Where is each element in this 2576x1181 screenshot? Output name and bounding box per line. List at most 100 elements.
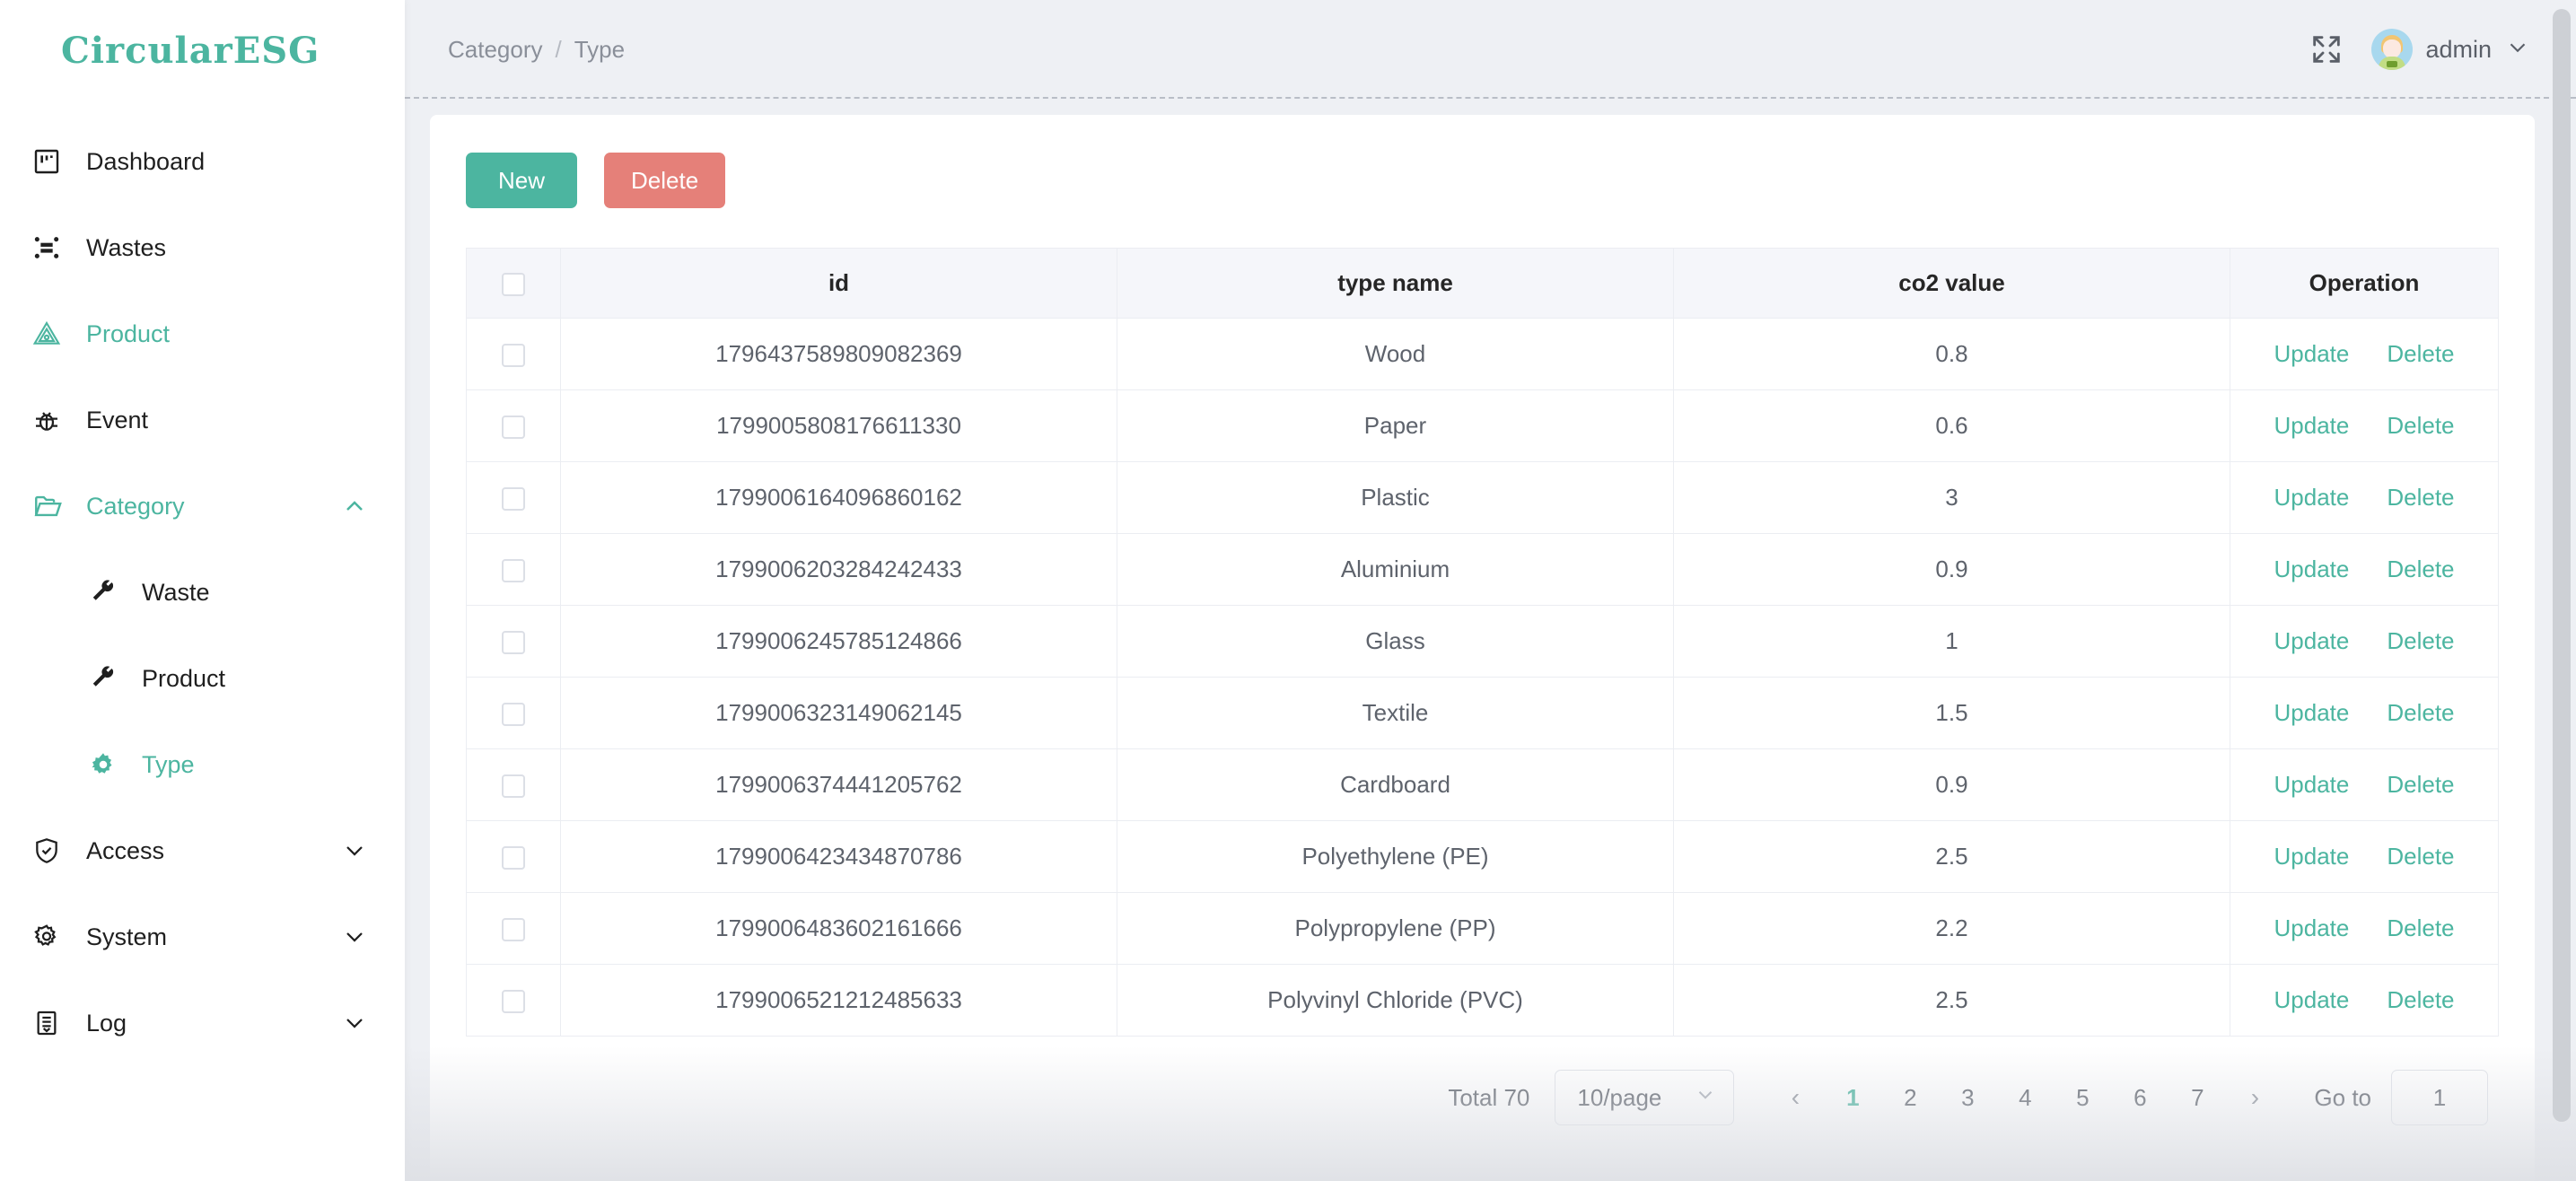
row-checkbox[interactable] <box>502 416 525 440</box>
pagination-page-2[interactable]: 2 <box>1881 1070 1939 1125</box>
row-delete-link[interactable]: Delete <box>2387 699 2454 727</box>
product-icon <box>32 317 74 351</box>
cell-co2-value: 0.9 <box>1673 748 2230 821</box>
table-header-row: id type name co2 value Operation <box>466 248 2499 319</box>
chevron-down-icon[interactable] <box>340 836 369 865</box>
row-checkbox[interactable] <box>502 703 525 727</box>
table-row: 1799006164096860162 Plastic 3 Update Del… <box>466 461 2499 534</box>
cell-co2-value: 0.6 <box>1673 389 2230 462</box>
row-delete-link[interactable]: Delete <box>2387 627 2454 655</box>
pagination-page-3[interactable]: 3 <box>1939 1070 1996 1125</box>
page-size-select[interactable]: 10/page <box>1555 1070 1735 1125</box>
row-delete-link[interactable]: Delete <box>2387 914 2454 942</box>
row-checkbox[interactable] <box>502 846 525 870</box>
sidebar-item-category-product[interactable]: Product <box>0 635 405 722</box>
row-update-link[interactable]: Update <box>2274 843 2350 870</box>
row-update-link[interactable]: Update <box>2274 340 2350 368</box>
pagination-prev-button[interactable]: ‹ <box>1766 1070 1824 1125</box>
sidebar-nav: Dashboard Wastes Product Event Category … <box>0 101 405 1066</box>
row-delete-link[interactable]: Delete <box>2387 412 2454 440</box>
sidebar-item-product[interactable]: Product <box>0 291 405 377</box>
breadcrumb-separator: / <box>555 35 562 63</box>
row-checkbox[interactable] <box>502 990 525 1014</box>
cell-type-name: Polyvinyl Chloride (PVC) <box>1117 964 1674 1037</box>
chevron-down-icon[interactable] <box>340 923 369 951</box>
row-update-link[interactable]: Update <box>2274 771 2350 799</box>
pagination-page-5[interactable]: 5 <box>2054 1070 2111 1125</box>
select-all-checkbox[interactable] <box>502 273 525 297</box>
row-delete-link[interactable]: Delete <box>2387 340 2454 368</box>
cell-type-name: Paper <box>1117 389 1674 462</box>
pagination-total: Total 70 <box>1448 1083 1530 1111</box>
pagination-goto-input[interactable] <box>2391 1070 2488 1125</box>
row-update-link[interactable]: Update <box>2274 699 2350 727</box>
scrollbar-thumb[interactable] <box>2553 9 2571 1122</box>
row-checkbox[interactable] <box>502 559 525 583</box>
breadcrumb-item-type[interactable]: Type <box>574 36 625 64</box>
row-update-link[interactable]: Update <box>2274 484 2350 512</box>
cell-type-name: Cardboard <box>1117 748 1674 821</box>
gear-icon <box>32 920 74 954</box>
row-update-link[interactable]: Update <box>2274 627 2350 655</box>
chevron-down-icon[interactable] <box>2504 34 2531 66</box>
row-delete-link[interactable]: Delete <box>2387 771 2454 799</box>
row-checkbox[interactable] <box>502 487 525 512</box>
sidebar-item-category-waste[interactable]: Waste <box>0 549 405 635</box>
wastes-icon <box>32 231 74 265</box>
row-select-cell <box>466 748 561 821</box>
content-card: New Delete id type name co2 value Operat… <box>430 115 2535 1181</box>
cell-operation: Update Delete <box>2230 461 2499 534</box>
fullscreen-icon[interactable] <box>2309 31 2344 67</box>
pagination-nav: ‹ 1 2 3 4 5 6 7 › <box>1766 1070 2283 1125</box>
pagination-page-6[interactable]: 6 <box>2111 1070 2169 1125</box>
column-header-co2-value[interactable]: co2 value <box>1673 248 2230 319</box>
sidebar-item-access[interactable]: Access <box>0 808 405 894</box>
pagination-page-4[interactable]: 4 <box>1996 1070 2054 1125</box>
table-row: 1799006374441205762 Cardboard 0.9 Update… <box>466 748 2499 821</box>
row-checkbox[interactable] <box>502 918 525 942</box>
column-header-type-name[interactable]: type name <box>1117 248 1674 319</box>
brand-logo[interactable]: CircularESG <box>0 0 405 101</box>
pagination-page-1[interactable]: 1 <box>1824 1070 1881 1125</box>
app-root: CircularESG Dashboard Wastes Product Eve… <box>0 0 2576 1181</box>
cell-co2-value: 0.8 <box>1673 318 2230 390</box>
shield-icon <box>32 834 74 868</box>
chevron-down-icon[interactable] <box>340 1009 369 1037</box>
row-checkbox[interactable] <box>502 631 525 655</box>
row-select-cell <box>466 964 561 1037</box>
row-update-link[interactable]: Update <box>2274 556 2350 583</box>
row-delete-link[interactable]: Delete <box>2387 484 2454 512</box>
row-delete-link[interactable]: Delete <box>2387 556 2454 583</box>
pagination-next-button[interactable]: › <box>2226 1070 2283 1125</box>
sidebar-item-label: Log <box>86 1009 127 1037</box>
sidebar-item-system[interactable]: System <box>0 894 405 980</box>
user-menu[interactable]: admin <box>2371 29 2531 70</box>
sidebar-item-event[interactable]: Event <box>0 377 405 463</box>
table-row: 1799006521212485633 Polyvinyl Chloride (… <box>466 964 2499 1037</box>
delete-button[interactable]: Delete <box>604 153 726 208</box>
row-update-link[interactable]: Update <box>2274 986 2350 1014</box>
row-checkbox[interactable] <box>502 774 525 799</box>
sidebar-item-log[interactable]: Log <box>0 980 405 1066</box>
content-wrapper: New Delete id type name co2 value Operat… <box>405 99 2576 1181</box>
row-delete-link[interactable]: Delete <box>2387 986 2454 1014</box>
page-scrollbar[interactable] <box>2553 9 2571 1172</box>
row-update-link[interactable]: Update <box>2274 412 2350 440</box>
chevron-up-icon[interactable] <box>340 492 369 521</box>
cell-type-name: Textile <box>1117 677 1674 749</box>
new-button[interactable]: New <box>466 153 577 208</box>
pagination-page-7[interactable]: 7 <box>2169 1070 2226 1125</box>
sidebar-item-wastes[interactable]: Wastes <box>0 205 405 291</box>
sidebar-item-dashboard[interactable]: Dashboard <box>0 118 405 205</box>
row-update-link[interactable]: Update <box>2274 914 2350 942</box>
bug-icon <box>32 403 74 437</box>
row-checkbox[interactable] <box>502 344 525 368</box>
cell-id: 1796437589809082369 <box>560 318 1117 390</box>
breadcrumb-item-category[interactable]: Category <box>448 36 543 64</box>
column-header-id[interactable]: id <box>560 248 1117 319</box>
sidebar-item-category-type[interactable]: Type <box>0 722 405 808</box>
dashboard-icon <box>32 144 74 179</box>
sidebar-item-category[interactable]: Category <box>0 463 405 549</box>
row-delete-link[interactable]: Delete <box>2387 843 2454 870</box>
topbar: Category / Type admin <box>405 0 2576 99</box>
